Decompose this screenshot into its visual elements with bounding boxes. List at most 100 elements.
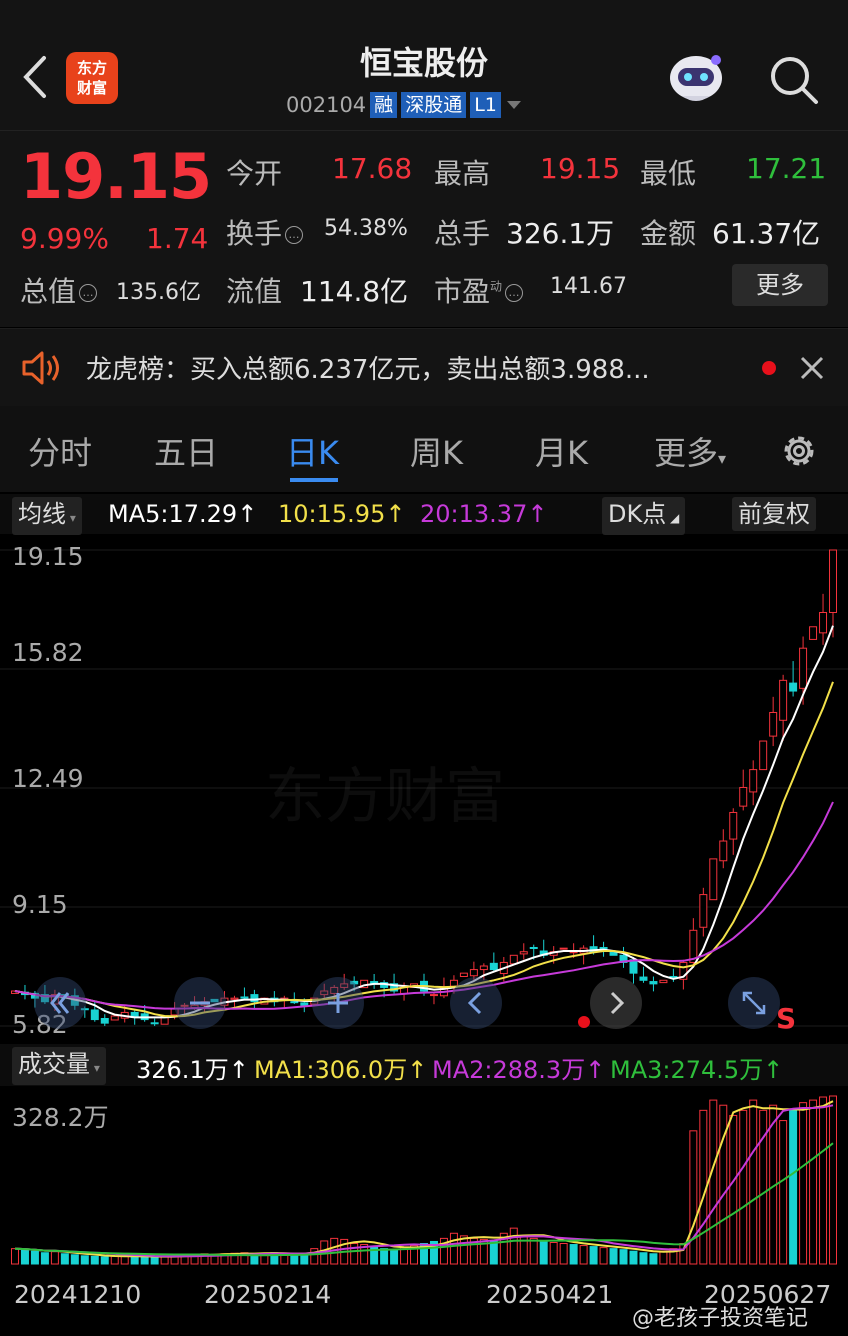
ma-selector[interactable]: 均线 ▾	[12, 497, 82, 535]
volume-selector[interactable]: 成交量 ▾	[12, 1047, 106, 1085]
volume-bar	[529, 1237, 538, 1265]
ma10-value: 10:15.95↑	[278, 500, 406, 528]
volume-bar	[629, 1250, 638, 1265]
adjust-button[interactable]: 前复权	[732, 497, 816, 531]
ma20-value: 20:13.37↑	[420, 500, 548, 528]
candle-body	[799, 647, 808, 689]
zoom-out-button[interactable]	[174, 977, 226, 1029]
info-icon: …	[285, 226, 304, 244]
volume-now: 326.1万↑	[136, 1056, 249, 1084]
tab-more[interactable]: 更多▾	[654, 428, 726, 474]
volume-bar	[819, 1096, 828, 1265]
more-quote-button[interactable]: 更多	[732, 264, 828, 306]
pe-value: 141.67	[550, 274, 627, 299]
tab-daily-k[interactable]: 日K	[286, 428, 339, 474]
y-tick-3: 12.49	[12, 764, 84, 793]
candle-body	[779, 679, 788, 721]
amount-value: 61.37亿	[712, 217, 821, 250]
gear-icon[interactable]	[778, 430, 820, 472]
volume-label: 总手	[434, 217, 491, 250]
level-tag: L1	[470, 92, 501, 118]
zoom-in-button[interactable]	[312, 977, 364, 1029]
candle-body	[699, 894, 708, 928]
volume-bar	[30, 1250, 39, 1265]
amount-label: 金额	[640, 217, 697, 250]
tab-five-day[interactable]: 五日	[154, 428, 218, 474]
chevron-left-icon	[467, 991, 482, 1015]
volume-bar	[719, 1104, 728, 1265]
stock-code: 002104	[286, 93, 367, 117]
close-icon[interactable]	[798, 354, 826, 382]
info-icon: …	[505, 284, 524, 302]
chevron-right-icon	[610, 991, 625, 1015]
volume-chart[interactable]	[0, 1088, 848, 1268]
candle-body	[489, 962, 498, 971]
candle-body	[90, 1009, 99, 1021]
rewind-button[interactable]	[34, 977, 86, 1029]
robot-assistant-icon[interactable]	[664, 46, 728, 110]
volume-ma2: MA2:288.3万↑	[432, 1056, 606, 1084]
next-button[interactable]	[590, 977, 642, 1029]
volume-bar	[390, 1249, 399, 1265]
x-label-3: 20250421	[486, 1280, 614, 1309]
tab-weekly-k[interactable]: 周K	[410, 428, 463, 474]
volume-bar	[509, 1227, 518, 1265]
candle-body	[479, 965, 488, 971]
volume-bar	[739, 1109, 748, 1265]
volume-bar	[489, 1240, 498, 1265]
volume-bar	[10, 1248, 19, 1265]
fullscreen-button[interactable]	[728, 977, 780, 1029]
candle-body	[809, 626, 818, 640]
stock-name: 恒宝股份	[359, 44, 488, 82]
y-tick-2: 15.82	[12, 638, 84, 667]
tab-monthly-k[interactable]: 月K	[535, 428, 588, 474]
volume-bar	[609, 1248, 618, 1265]
volume-bar	[160, 1256, 169, 1265]
back-arrow-icon[interactable]	[18, 52, 52, 102]
volume-bar	[789, 1109, 798, 1265]
volume-bar	[829, 1095, 838, 1265]
volume-bar	[110, 1255, 119, 1265]
prev-button[interactable]	[450, 977, 502, 1029]
candle-body	[819, 611, 828, 634]
volume-bar	[749, 1099, 758, 1265]
connect-tag: 深股通	[401, 92, 467, 118]
volume-bar	[559, 1243, 568, 1265]
volume-bar	[689, 1130, 698, 1265]
dk-point-button[interactable]: DK点 ◢	[602, 497, 686, 535]
volume-ma3: MA3:274.5万↑	[610, 1056, 784, 1084]
volume-bar	[549, 1241, 558, 1265]
candle-body	[469, 969, 478, 977]
weibo-watermark: @老孩子投资笔记	[632, 1306, 809, 1331]
turnover-label[interactable]: 换手…	[226, 212, 306, 252]
stock-code-row[interactable]: 002104 融 深股通 L1	[286, 90, 523, 120]
tab-intraday[interactable]: 分时	[28, 428, 92, 474]
expand-icon	[742, 991, 766, 1015]
volume-bar	[539, 1240, 548, 1265]
volume-bar	[140, 1256, 149, 1265]
volume-bar	[350, 1243, 359, 1265]
candle-body	[300, 1002, 309, 1006]
market-cap-value: 135.6亿	[116, 280, 201, 305]
change-percent: 9.99%	[20, 222, 109, 255]
market-cap-label[interactable]: 总值…	[20, 270, 100, 310]
volume-bar	[639, 1252, 648, 1265]
dragon-tiger-notice[interactable]: 龙虎榜：买入总额6.237亿元，卖出总额3.988...	[86, 349, 650, 386]
volume-bar	[799, 1102, 808, 1265]
x-label-2: 20250214	[204, 1280, 332, 1309]
sell-signal-marker: S	[776, 1002, 797, 1035]
volume-bar	[380, 1248, 389, 1265]
app-logo: 东方 财富	[66, 52, 118, 104]
volume-bar	[709, 1099, 718, 1265]
ma10-line	[14, 681, 834, 1018]
candle-body	[829, 549, 838, 613]
candle-body	[649, 981, 658, 985]
candle-body	[739, 786, 748, 807]
candle-body	[559, 947, 568, 950]
search-icon[interactable]	[766, 52, 822, 108]
watermark-logo: 东方财富	[265, 762, 505, 832]
pe-label[interactable]: 市盈动…	[434, 270, 526, 310]
candle-body	[789, 682, 798, 692]
volume-bar	[130, 1255, 139, 1265]
candle-body	[429, 994, 438, 997]
